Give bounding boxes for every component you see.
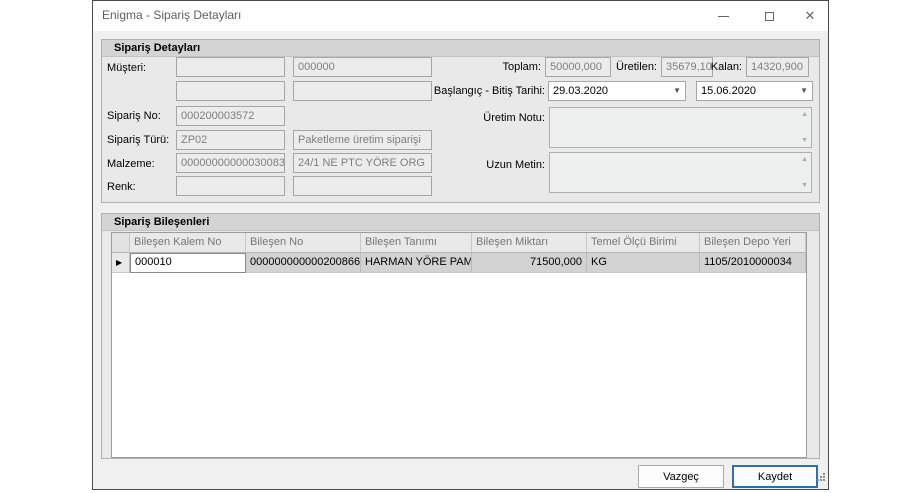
row-pointer-icon[interactable]: ▶ [112,253,130,273]
dropdown-arrow-icon: ▼ [673,87,681,95]
window-title: Enigma - Sipariş Detayları [102,8,241,22]
table-row[interactable]: ▶ 000010 000000000000200866 HARMAN YÖRE … [112,253,806,273]
scroll-down-icon[interactable]: ▼ [801,182,808,189]
tarih-label: Başlangıç - Bitiş Tarihi: [393,85,545,97]
uzun-metin-textarea[interactable]: ▲ ▼ [549,152,812,193]
column-header-depo[interactable]: Bileşen Depo Yeri [700,233,806,253]
siparis-turu-desc-field: Paketleme üretim siparişi [293,130,432,150]
scroll-up-icon[interactable]: ▲ [801,111,808,118]
title-bar: Enigma - Sipariş Detayları ✕ [93,1,828,31]
renk-code-field [176,176,285,196]
column-header-birim[interactable]: Temel Ölçü Birimi [587,233,700,253]
musteri-code2-field: 000000 [293,57,432,77]
musteri-name-field [176,81,285,101]
renk-label: Renk: [107,181,136,193]
start-date-value: 29.03.2020 [553,85,608,97]
column-header-tanim[interactable]: Bileşen Tanımı [361,233,472,253]
end-date-value: 15.06.2020 [701,85,756,97]
toplam-field: 50000,000 [545,57,611,77]
uretim-notu-label: Üretim Notu: [433,112,545,124]
grid-header-row: Bileşen Kalem No Bileşen No Bileşen Tanı… [112,233,806,253]
window-controls: ✕ [700,1,828,31]
musteri-label: Müşteri: [107,62,146,74]
maximize-icon [765,12,774,21]
dropdown-arrow-icon: ▼ [800,87,808,95]
uzun-metin-label: Uzun Metin: [433,159,545,171]
order-details-window: Enigma - Sipariş Detayları ✕ Sipariş Det… [92,0,829,490]
column-header-kalem-no[interactable]: Bileşen Kalem No [130,233,246,253]
siparis-turu-label: Sipariş Türü: [107,134,169,146]
scroll-down-icon[interactable]: ▼ [801,137,808,144]
scroll-up-icon[interactable]: ▲ [801,156,808,163]
cell-miktar[interactable]: 71500,000 [472,253,587,273]
grid-header-selector [112,233,130,253]
cell-bilesen-no[interactable]: 000000000000200866 [246,253,361,273]
components-grid: Bileşen Kalem No Bileşen No Bileşen Tanı… [111,232,807,458]
minimize-button[interactable] [700,1,746,31]
kalan-label: Kalan: [698,61,742,73]
column-header-bilesen-no[interactable]: Bileşen No [246,233,361,253]
renk-desc-field [293,176,432,196]
cell-tanim[interactable]: HARMAN YÖRE PAMUK [361,253,472,273]
uretim-notu-textarea[interactable]: ▲ ▼ [549,107,812,148]
malzeme-code-field: 000000000000300838 [176,153,285,173]
malzeme-label: Malzeme: [107,158,155,170]
siparis-no-label: Sipariş No: [107,110,161,122]
maximize-button[interactable] [746,1,792,31]
musteri-code-field [176,57,285,77]
cell-depo[interactable]: 1105/2010000034 [700,253,806,273]
kalan-field: 14320,900 [746,57,809,77]
close-button[interactable]: ✕ [792,1,828,31]
malzeme-desc-field: 24/1 NE PTC YÖRE ORG [293,153,432,173]
uretilen-label: Üretilen: [607,61,657,73]
cancel-button[interactable]: Vazgeç [638,465,724,488]
cell-kalem-no-editor[interactable]: 000010 [130,253,246,273]
siparis-turu-code-field: ZP02 [176,130,285,150]
end-date-combo[interactable]: 15.06.2020 ▼ [696,81,813,101]
toplam-label: Toplam: [453,61,541,73]
order-components-group-title: Sipariş Bileşenleri [102,214,819,231]
column-header-miktar[interactable]: Bileşen Miktarı [472,233,587,253]
start-date-combo[interactable]: 29.03.2020 ▼ [548,81,686,101]
minimize-icon [718,16,729,17]
order-details-group-title: Sipariş Detayları [102,40,819,57]
resize-grip-icon[interactable] [815,469,826,487]
siparis-no-field: 000200003572 [176,106,285,126]
save-button[interactable]: Kaydet [732,465,818,488]
cell-birim[interactable]: KG [587,253,700,273]
